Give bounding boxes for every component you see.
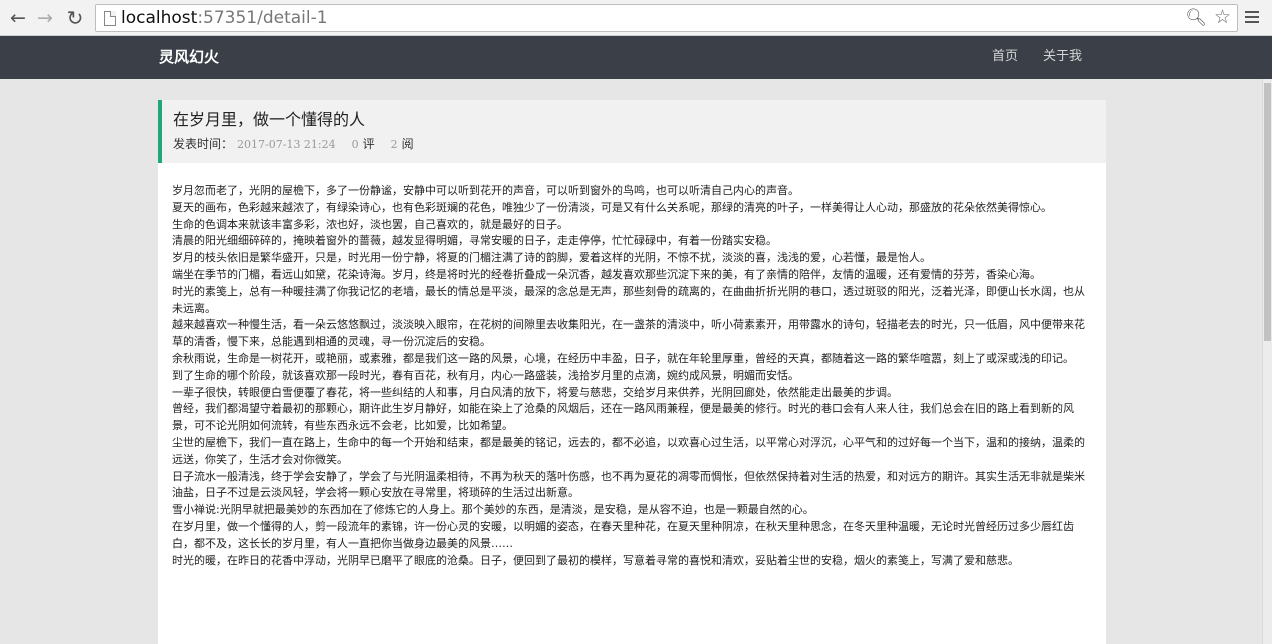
article-title: 在岁月里，做一个懂得的人	[173, 110, 366, 129]
page-icon	[104, 11, 116, 26]
zoom-icon[interactable]: 🔍︎	[1185, 8, 1207, 28]
site-navbar: 灵风幻火 首页 关于我	[0, 36, 1272, 79]
url-text[interactable]: localhost:57351/detail-1	[121, 8, 328, 28]
browser-menu-icon[interactable]	[1244, 8, 1260, 26]
bookmark-star-icon[interactable]: ☆	[1214, 6, 1231, 28]
url-host: localhost	[121, 8, 198, 28]
comment-label: 评	[362, 137, 375, 151]
address-bar[interactable]: localhost:57351/detail-1 🔍︎ ☆	[95, 4, 1238, 32]
paragraph: 尘世的屋檐下，我们一直在路上，生命中的每一个开始和结束，都是最美的铭记，远去的，…	[172, 435, 1085, 466]
paragraph: 一辈子很快，转眼便白雪便覆了春花，将一些纠结的人和事，月白风清的放下，将爱与慈悲…	[172, 385, 898, 399]
scrollbar-thumb[interactable]	[1264, 83, 1271, 341]
browser-toolbar: ← → ↻ localhost:57351/detail-1 🔍︎ ☆	[0, 0, 1272, 36]
paragraph: 在岁月里，做一个懂得的人，剪一段流年的素锦，许一份心灵的安暖，以明媚的姿态，在春…	[172, 519, 1074, 550]
paragraph: 时光的暖，在昨日的花香中浮动，光阴早已磨平了眼底的沧桑。日子，便回到了最初的模样…	[172, 553, 1019, 567]
paragraph: 夏天的画布，色彩越来越浓了，有绿染诗心，也有色彩斑斓的花色，唯独少了一份清淡，可…	[172, 200, 1052, 214]
paragraph: 岁月忽而老了，光阴的屋檐下，多了一份静谧，安静中可以听到花开的声音，可以听到窗外…	[172, 184, 799, 197]
paragraph: 到了生命的哪个阶段，就该喜欢那一段时光，春有百花，秋有月，内心一路盛装，浅拾岁月…	[172, 368, 799, 382]
published-date: 2017-07-13 21:24	[237, 138, 336, 151]
comment-count: 0	[351, 138, 359, 151]
published-label: 发表时间：	[173, 137, 234, 151]
page-scrollbar[interactable]	[1262, 79, 1272, 644]
back-arrow-icon[interactable]: ←	[6, 6, 30, 30]
nav-home-link[interactable]: 首页	[992, 47, 1018, 67]
paragraph: 岁月的枝头依旧是繁华盛开，只是，时光用一份宁静，将夏的门楣注满了诗的韵脚，爱着这…	[172, 251, 931, 265]
paragraph: 时光的素笺上，总有一种暖挂满了你我记忆的老墙，最长的情总是平淡，最深的念总是无声…	[172, 284, 1085, 315]
url-path: :57351/detail-1	[197, 8, 328, 28]
paragraph: 余秋雨说，生命是一树花开，或艳丽，或素雅，都是我们这一路的风景，心境，在经历中丰…	[172, 351, 1074, 365]
paragraph: 生命的色调本来就该丰富多彩，浓也好，淡也罢，自己喜欢的，就是最好的日子。	[172, 217, 568, 231]
forward-arrow-icon[interactable]: →	[33, 6, 57, 30]
paragraph: 越来越喜欢一种慢生活，看一朵云悠悠飘过，淡淡映入眼帘，在花树的间隙里去收集阳光，…	[172, 318, 1085, 349]
paragraph: 端坐在季节的门楣，看远山如黛，花染诗海。岁月，终是将时光的经卷折叠成一朵沉香，越…	[172, 267, 1041, 281]
paragraph: 日子流水一般清浅，终于学会安静了，学会了与光阴温柔相待，不再为秋天的落叶伤感，也…	[172, 469, 1085, 500]
paragraph: 曾经，我们都渴望守着最初的那颗心，期许此生岁月静好，如能在染上了沧桑的风烟后，还…	[172, 402, 1074, 433]
view-label: 阅	[401, 137, 414, 151]
nav-about-link[interactable]: 关于我	[1043, 47, 1082, 67]
paragraph: 雪小禅说:光阴早就把最美妙的东西加在了修炼它的人身上。那个美妙的东西，是清淡，是…	[172, 503, 814, 517]
paragraph: 清晨的阳光细细碎碎的，掩映着窗外的蔷薇，越发显得明媚，寻常安暖的日子，走走停停，…	[172, 234, 777, 248]
article-header: 在岁月里，做一个懂得的人 发表时间： 2017-07-13 21:24 0 评 2 阅	[158, 100, 1106, 163]
view-count: 2	[390, 138, 398, 151]
article-body: 岁月忽而老了，光阴的屋檐下，多了一份静谧，安静中可以听到花开的声音，可以听到窗外…	[158, 163, 1106, 644]
reload-icon[interactable]: ↻	[63, 6, 87, 30]
site-brand[interactable]: 灵风幻火	[159, 46, 219, 68]
article-meta: 发表时间： 2017-07-13 21:24 0 评 2 阅	[173, 135, 414, 154]
